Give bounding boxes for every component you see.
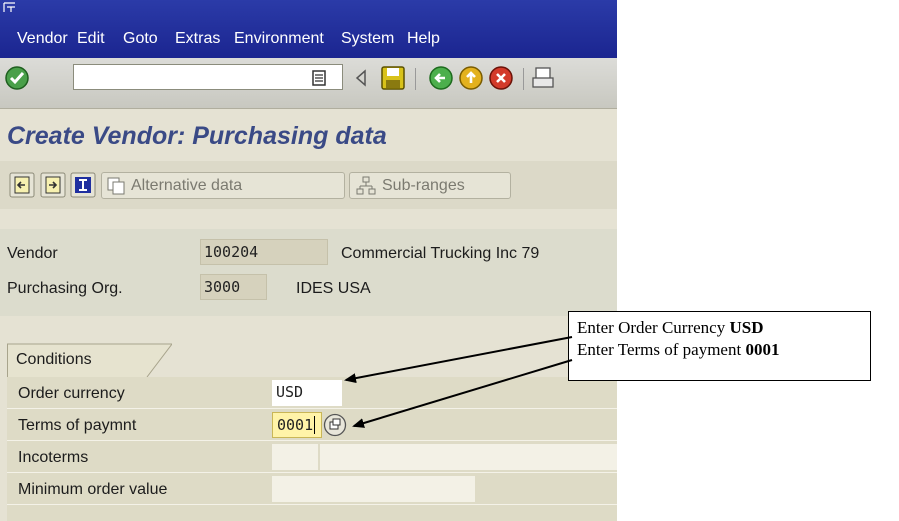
annotation-arrows: [344, 336, 573, 428]
arrow-to-terms-of-payment: [352, 359, 573, 428]
arrow-to-order-currency: [344, 336, 573, 384]
